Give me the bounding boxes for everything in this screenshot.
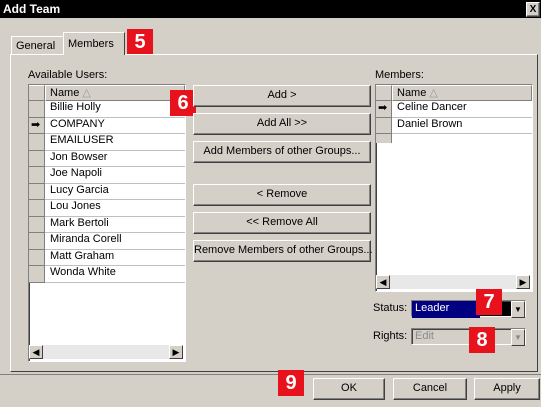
- members-hscrollbar[interactable]: ◀ ▶: [376, 275, 530, 289]
- list-item[interactable]: Joe Napoli: [45, 167, 185, 184]
- name-column-header[interactable]: Name △: [45, 85, 185, 101]
- scroll-right-icon[interactable]: ▶: [516, 275, 530, 289]
- members-list: Name △ Celine Dancer ➡ Daniel Brown ◀ ▶: [375, 84, 533, 292]
- cancel-button[interactable]: Cancel: [393, 378, 467, 400]
- selector-header: [29, 85, 45, 101]
- row-selector[interactable]: ➡: [376, 101, 392, 118]
- row-selector[interactable]: [29, 134, 45, 151]
- footer-divider: [0, 374, 541, 375]
- ok-button[interactable]: OK: [313, 378, 385, 400]
- status-value: Leader: [412, 301, 480, 318]
- list-item[interactable]: Mark Bertoli: [45, 217, 185, 233]
- row-selector[interactable]: [29, 151, 45, 167]
- callout-7: 7: [476, 289, 502, 315]
- available-hscrollbar[interactable]: ◀ ▶: [29, 345, 183, 359]
- add-group-members-button[interactable]: Add Members of other Groups...: [193, 141, 371, 163]
- callout-9: 9: [278, 370, 304, 396]
- list-item[interactable]: Celine Dancer: [392, 101, 532, 118]
- row-selector[interactable]: [29, 184, 45, 200]
- scroll-left-icon[interactable]: ◀: [29, 345, 43, 359]
- row-selector[interactable]: ➡: [29, 118, 45, 134]
- list-item[interactable]: Lou Jones: [45, 200, 185, 217]
- callout-8: 8: [469, 327, 495, 353]
- row-selector[interactable]: [29, 250, 45, 266]
- callout-5: 5: [127, 29, 153, 55]
- available-users-list: Name △ Billie Holly COMPANY ➡ EMAILUSER Jon …: [28, 84, 186, 362]
- close-icon[interactable]: X: [526, 2, 540, 17]
- row-selector[interactable]: [29, 266, 45, 283]
- remove-all-button[interactable]: << Remove All: [193, 212, 371, 234]
- list-item[interactable]: Daniel Brown: [392, 118, 532, 134]
- row-selector[interactable]: [29, 233, 45, 250]
- members-label: Members:: [375, 69, 424, 81]
- rights-value: Edit: [415, 330, 434, 342]
- list-item[interactable]: Wonda White: [45, 266, 185, 283]
- selector-header: [376, 85, 392, 101]
- title-bar: Add Team X: [0, 0, 541, 18]
- row-selector[interactable]: [29, 101, 45, 118]
- current-row-arrow-icon: ➡: [31, 118, 41, 131]
- chevron-down-icon[interactable]: ▼: [511, 329, 525, 346]
- tab-members[interactable]: Members: [63, 32, 125, 55]
- window-title: Add Team: [3, 2, 61, 16]
- row-selector[interactable]: [376, 118, 392, 134]
- chevron-down-icon[interactable]: ▼: [511, 301, 525, 318]
- remove-group-members-button[interactable]: Remove Members of other Groups...: [193, 240, 373, 262]
- add-team-dialog: Add Team X General Members 5 Available U…: [0, 0, 541, 407]
- status-label: Status:: [373, 302, 408, 314]
- current-row-arrow-icon: ➡: [378, 102, 388, 114]
- list-item[interactable]: EMAILUSER: [45, 134, 185, 151]
- scroll-left-icon[interactable]: ◀: [376, 275, 390, 289]
- sort-asc-icon: △: [429, 87, 438, 99]
- remove-button[interactable]: < Remove: [193, 184, 371, 206]
- row-selector[interactable]: [29, 217, 45, 233]
- row-selector[interactable]: [29, 200, 45, 217]
- add-all-button[interactable]: Add All >>: [193, 113, 371, 135]
- row-selector[interactable]: [29, 167, 45, 184]
- list-item[interactable]: Matt Graham: [45, 250, 185, 266]
- list-item[interactable]: COMPANY: [45, 118, 185, 134]
- list-item[interactable]: Miranda Corell: [45, 233, 185, 250]
- list-item[interactable]: Lucy Garcia: [45, 184, 185, 200]
- status-combobox[interactable]: Leader ▼: [411, 300, 526, 318]
- add-button[interactable]: Add >: [193, 85, 371, 107]
- scroll-right-icon[interactable]: ▶: [169, 345, 183, 359]
- available-users-label: Available Users:: [28, 69, 108, 81]
- apply-button[interactable]: Apply: [474, 378, 540, 400]
- name-column-header[interactable]: Name △: [392, 85, 532, 101]
- tab-general[interactable]: General: [11, 36, 68, 55]
- sort-asc-icon: △: [82, 87, 91, 99]
- list-item[interactable]: Jon Bowser: [45, 151, 185, 167]
- rights-label: Rights:: [373, 330, 408, 342]
- list-item[interactable]: Billie Holly: [45, 101, 185, 118]
